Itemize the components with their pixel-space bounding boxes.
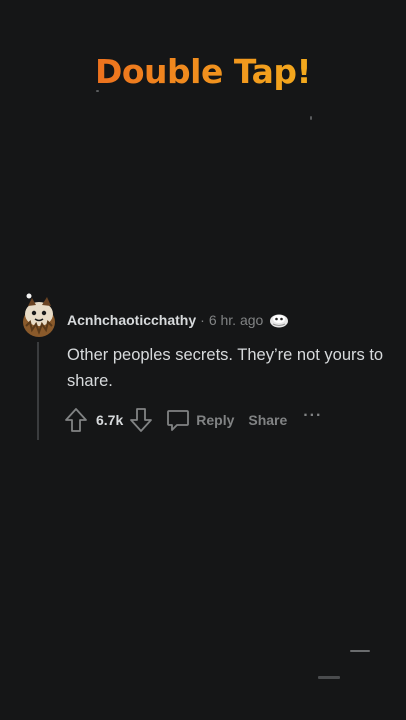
comment-actions: 6.7k Reply Share ···	[64, 406, 322, 434]
background-speck	[350, 650, 370, 652]
vote-count: 6.7k	[96, 412, 124, 428]
overlay-title: Double Tap!	[0, 52, 406, 91]
comment-body: Other peoples secrets. They’re not yours…	[67, 346, 384, 390]
downvote-arrow-icon[interactable]	[129, 407, 153, 433]
timestamp: 6 hr. ago	[208, 312, 264, 328]
meta-separator: ·	[200, 312, 205, 328]
username[interactable]: Acnhchaoticchathy	[67, 312, 196, 328]
award-icon[interactable]	[269, 312, 289, 328]
reply-button[interactable]: Reply	[196, 412, 234, 428]
share-button[interactable]: Share	[248, 412, 287, 428]
background-speck	[96, 90, 99, 92]
reply-icon[interactable]	[165, 407, 191, 433]
snoo-avatar-icon[interactable]	[20, 292, 60, 340]
thread-line[interactable]	[37, 342, 39, 440]
background-speck	[318, 676, 340, 679]
upvote-arrow-icon[interactable]	[64, 407, 88, 433]
background-speck	[310, 116, 312, 120]
more-options-button[interactable]: ···	[303, 407, 322, 425]
comment-meta: Acnhchaoticchathy · 6 hr. ago	[67, 312, 289, 328]
